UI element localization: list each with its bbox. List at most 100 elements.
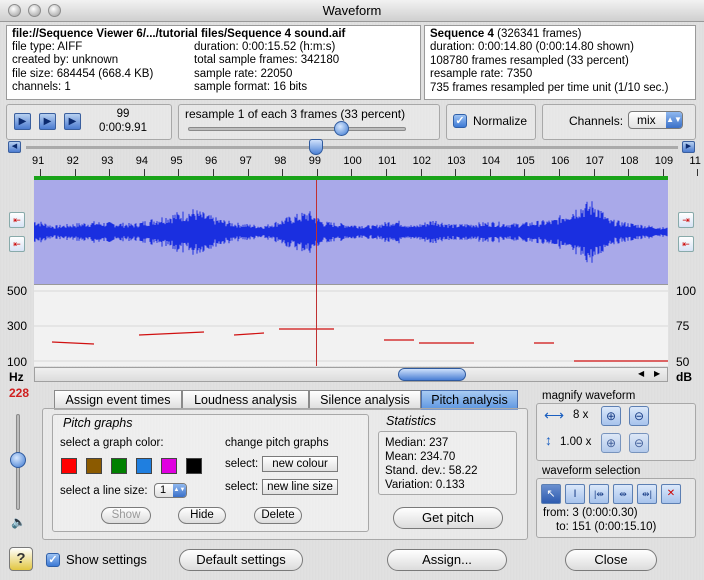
play-from-cursor-icon[interactable]: ▶ [64, 113, 81, 130]
horizontal-scrollbar[interactable] [34, 367, 668, 382]
channels-label: Channels: [569, 114, 624, 128]
position-slider-track[interactable] [26, 146, 678, 149]
pitch-view[interactable] [34, 284, 668, 366]
right-axis-100: 100 [676, 284, 697, 298]
tab-loudness-analysis[interactable]: Loudness analysis [182, 390, 309, 410]
file-duration: duration: 0:00:15.52 (h:m:s) [194, 41, 336, 53]
scrollbar-thumb[interactable] [398, 368, 466, 381]
created-by: created by: unknown [12, 54, 119, 67]
normalize-checkbox[interactable]: ✓ [453, 114, 467, 128]
resample-slider-thumb[interactable] [333, 121, 349, 136]
sequence-duration: duration: 0:00:14.80 (0:00:14.80 shown) [430, 41, 634, 54]
line-size-select[interactable]: 1 ▲▼ [154, 483, 187, 498]
zoom-in-vertical-icon[interactable]: ⊕ [601, 433, 621, 453]
scroll-right-icon[interactable]: ▶ [682, 141, 695, 153]
play-selection-icon[interactable]: ▶ [39, 113, 56, 130]
select-colour-label: select: [225, 458, 259, 470]
color-swatch-brown[interactable] [86, 458, 102, 474]
show-button[interactable]: Show [101, 507, 151, 524]
arrow-tool-icon[interactable]: ↖ [541, 484, 561, 504]
minimize-window-icon[interactable] [28, 4, 41, 17]
select-middle-icon[interactable]: ⇹ [613, 484, 633, 504]
ruler-tick-mark [489, 169, 491, 176]
current-frame: 99 [116, 108, 130, 120]
zoom-window-icon[interactable] [48, 4, 61, 17]
color-swatch-red[interactable] [61, 458, 77, 474]
frames-per-unit: 735 frames resampled per time unit (1/10… [430, 81, 669, 94]
close-window-icon[interactable] [8, 4, 21, 17]
color-swatch-blue[interactable] [136, 458, 152, 474]
chevron-updown-icon: ▲▼ [666, 112, 682, 128]
ruler-tick-label: 95 [170, 155, 183, 167]
new-colour-button[interactable]: new colour [262, 456, 338, 472]
ruler-tick-label: 97 [239, 155, 252, 167]
file-type: file type: AIFF [12, 41, 83, 53]
zoom-out-vertical-icon[interactable]: ⊖ [629, 433, 649, 453]
sequence-name: Sequence 4 [430, 28, 494, 40]
stat-variation: Variation: 0.133 [385, 479, 465, 491]
statistics-title: Statistics [386, 414, 437, 428]
ruler-tick-label: 103 [447, 155, 466, 167]
selection-from: from: 3 (0:00:0.30) [543, 507, 638, 519]
select-line-size-label: select: [225, 481, 259, 493]
ruler-tick-mark [455, 169, 457, 176]
close-button[interactable]: Close [565, 549, 657, 571]
channels-value: mix [637, 113, 656, 127]
current-time: 0:00:9.91 [99, 122, 147, 134]
file-size: file size: 684454 (668.4 KB) [12, 67, 154, 80]
ruler-tick-mark [420, 169, 422, 176]
waveform-view[interactable] [33, 180, 668, 284]
scroll-left-icon[interactable]: ◀ [8, 141, 21, 153]
ruler-tick-label: 96 [205, 155, 218, 167]
default-settings-button[interactable]: Default settings [179, 549, 303, 571]
right-axis-75: 75 [676, 319, 690, 333]
stat-median: Median: 237 [385, 437, 449, 449]
play-icon[interactable]: ▶ [14, 113, 31, 130]
title-bar: Waveform [0, 0, 704, 22]
right-expand-up-icon[interactable]: ⇥ [678, 212, 694, 228]
transport-readout: 99 0:00:9.91 [92, 107, 154, 135]
color-swatch-black[interactable] [186, 458, 202, 474]
hide-button[interactable]: Hide [178, 507, 226, 524]
tab-pitch-analysis[interactable]: Pitch analysis [421, 390, 518, 410]
ruler-tick-label: 101 [378, 155, 397, 167]
tab-silence-analysis[interactable]: Silence analysis [309, 390, 421, 410]
stat-mean: Mean: 234.70 [385, 451, 456, 463]
right-expand-down-icon[interactable]: ⇤ [678, 236, 694, 252]
tab-assign-event-times[interactable]: Assign event times [54, 390, 182, 410]
position-slider-thumb[interactable] [309, 139, 323, 155]
show-settings-label: Show settings [66, 552, 147, 567]
ruler-tick-label: 105 [516, 155, 535, 167]
new-line-size-button[interactable]: new line size [262, 479, 338, 495]
ibeam-tool-icon[interactable]: I [565, 484, 585, 504]
total-sample-frames: total sample frames: 342180 [194, 54, 340, 67]
ruler-tick-mark [559, 169, 560, 176]
color-swatch-green[interactable] [111, 458, 127, 474]
zoom-in-horizontal-icon[interactable]: ⊕ [601, 406, 621, 426]
clear-selection-icon[interactable]: ✕ [661, 484, 681, 504]
help-icon[interactable]: ? [9, 547, 33, 571]
horizontal-arrows-icon: ⟷ [544, 407, 565, 423]
graph-color-label: select a graph color: [60, 437, 164, 449]
scroll-right-arrow-icon[interactable]: ▶ [654, 369, 660, 378]
delete-button[interactable]: Delete [254, 507, 302, 524]
resample-slider-track[interactable] [188, 127, 406, 131]
get-pitch-button[interactable]: Get pitch [393, 507, 503, 529]
vertical-magnification: 1.00 x [560, 436, 592, 448]
pitch-segment [138, 331, 205, 336]
ruler-tick-mark [143, 169, 145, 176]
ruler-tick-mark [247, 169, 249, 176]
color-swatch-magenta[interactable] [161, 458, 177, 474]
show-settings-checkbox[interactable]: ✓ [46, 553, 60, 567]
scroll-left-arrow-icon[interactable]: ◀ [638, 369, 644, 378]
volume-slider-thumb[interactable] [10, 452, 26, 468]
left-expand-down-icon[interactable]: ⇤ [9, 236, 25, 252]
select-end-icon[interactable]: ⇹| [637, 484, 657, 504]
left-expand-up-icon[interactable]: ⇤ [9, 212, 25, 228]
assign-button[interactable]: Assign... [387, 549, 507, 571]
select-start-icon[interactable]: |⇹ [589, 484, 609, 504]
zoom-out-horizontal-icon[interactable]: ⊖ [629, 406, 649, 426]
frames-resampled: 108780 frames resampled (33 percent) [430, 54, 629, 67]
channels-select[interactable]: mix ▲▼ [628, 111, 683, 129]
speaker-icon: 🔈 [11, 515, 26, 529]
